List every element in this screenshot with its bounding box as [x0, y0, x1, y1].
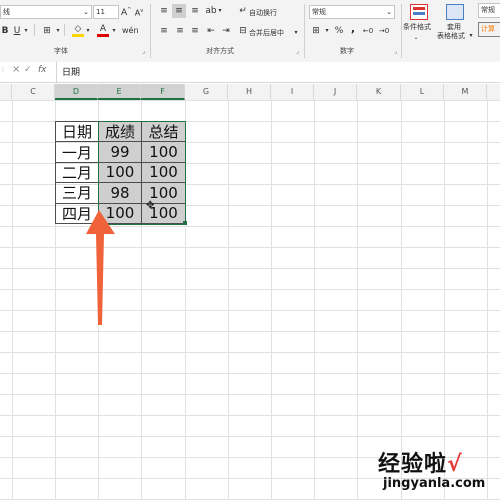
- watermark-brand-text: 经验啦: [378, 452, 448, 477]
- watermark-check-icon: √: [447, 452, 463, 477]
- watermark-brand: 经验啦√: [378, 446, 463, 478]
- up-arrow-icon: [86, 210, 115, 325]
- arrow-annotation: [86, 210, 115, 325]
- move-cursor-icon: ✥: [146, 200, 155, 211]
- watermark-url: jingyanla.com: [383, 476, 486, 491]
